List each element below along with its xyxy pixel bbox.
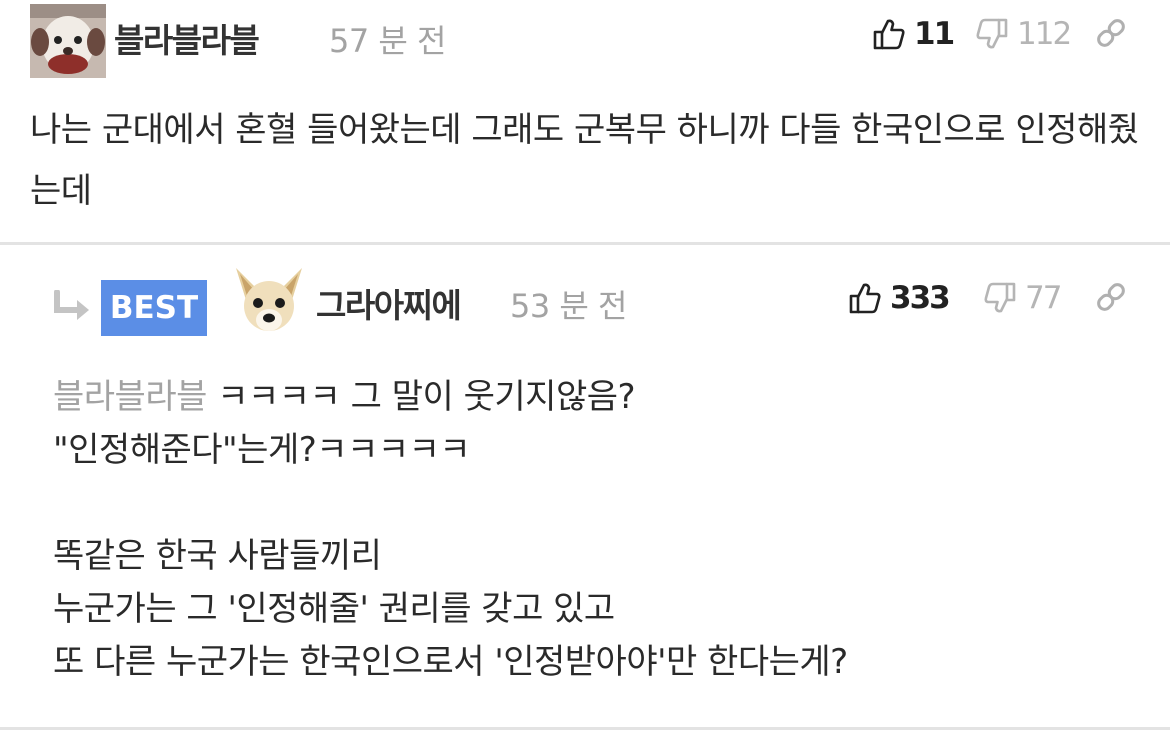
avatar[interactable] — [30, 4, 106, 78]
like-button[interactable]: 11 — [872, 16, 955, 52]
comment-time: 53 분 전 — [510, 287, 627, 325]
share-link-button[interactable] — [1094, 280, 1128, 314]
link-icon — [1097, 283, 1125, 311]
comment-divider — [0, 242, 1170, 245]
comment-line: 블라블라블 ㅋㅋㅋㅋ 그 말이 웃기지않음? — [53, 371, 1153, 424]
avatar[interactable] — [232, 266, 306, 340]
share-link-button[interactable] — [1094, 16, 1128, 50]
thumbs-up-icon — [873, 19, 905, 50]
comment-text: 나는 군대에서 혼혈 들어왔는데 그래도 군복무 하니까 다들 한국인으로 인정… — [30, 110, 1139, 211]
comment-item: 블라블라블 57 분 전 11 112 나는 군대에서 혼혈 들어왔는데 그래도… — [0, 0, 1170, 243]
thumbs-down-icon — [976, 18, 1008, 49]
dislike-button[interactable]: 77 — [983, 280, 1062, 316]
comment-author[interactable]: 그라아찌에 — [316, 279, 462, 327]
like-count: 333 — [890, 280, 951, 316]
reply-arrow-icon — [52, 289, 92, 328]
comment-line — [53, 477, 1153, 530]
comment-line: 또 다른 누군가는 한국인으로서 '인정받아야'만 한다는게? — [53, 642, 848, 682]
like-count: 11 — [914, 16, 955, 52]
thumbs-down-icon — [984, 282, 1016, 313]
comment-divider — [0, 727, 1170, 730]
comment-author[interactable]: 블라블라블 — [114, 14, 260, 62]
mention-author[interactable]: 블라블라블 — [53, 377, 207, 417]
dislike-count: 112 — [1017, 16, 1072, 52]
best-badge: BEST — [101, 280, 207, 336]
thumbs-up-icon — [849, 283, 881, 314]
like-button[interactable]: 333 — [848, 280, 951, 316]
comment-line: "인정해준다"는게?ㅋㅋㅋㅋㅋ — [53, 430, 471, 470]
comment-text: 블라블라블 ㅋㅋㅋㅋ 그 말이 웃기지않음? "인정해준다"는게?ㅋㅋㅋㅋㅋ 똑… — [53, 371, 1153, 689]
comment-time: 57 분 전 — [329, 22, 446, 60]
comment-line: 똑같은 한국 사람들끼리 — [53, 536, 382, 576]
dislike-button[interactable]: 112 — [975, 16, 1072, 52]
comment-line-text: ㅋㅋㅋㅋ 그 말이 웃기지않음? — [217, 377, 636, 417]
comment-item: BEST 그라아찌에 53 분 전 333 77 블라블라블 ㅋㅋㅋㅋ 그 말이… — [0, 246, 1170, 730]
comment-line: 누군가는 그 '인정해줄' 권리를 갖고 있고 — [53, 589, 615, 629]
dislike-count: 77 — [1025, 280, 1062, 316]
link-icon — [1097, 19, 1125, 47]
